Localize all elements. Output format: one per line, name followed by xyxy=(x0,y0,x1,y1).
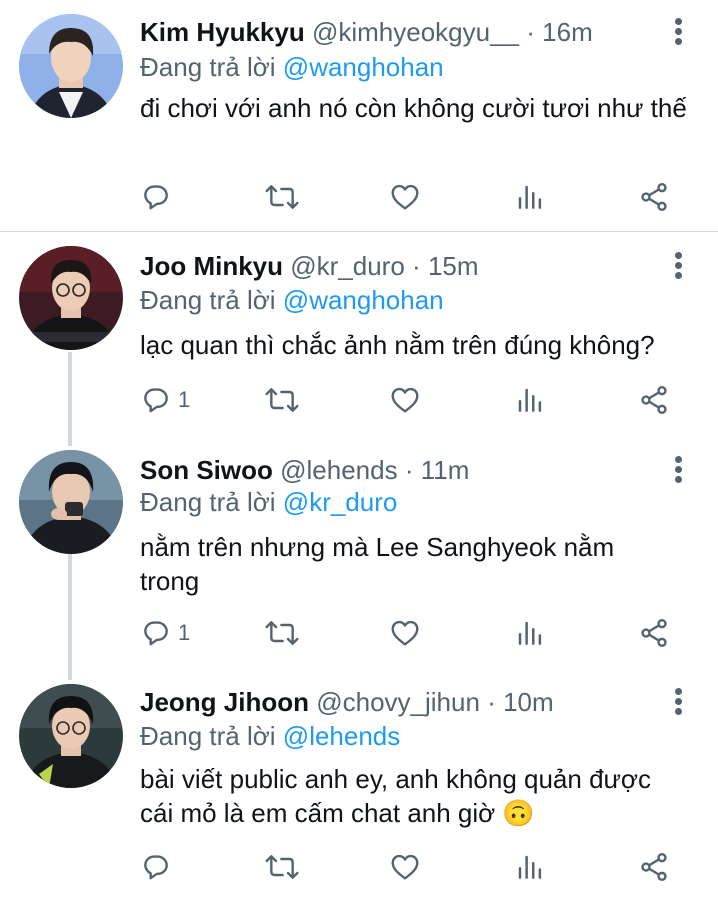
action-bar: 1 xyxy=(0,380,718,420)
mention-link[interactable]: @kr_duro xyxy=(283,487,398,517)
retweet-icon xyxy=(265,388,299,412)
tweet-text: đi chơi với anh nó còn không cười tươi n… xyxy=(140,93,687,123)
timestamp[interactable]: 11m xyxy=(421,455,470,485)
more-icon[interactable] xyxy=(668,455,688,485)
tweet-text: bài viết public anh ey, anh không quản đ… xyxy=(140,764,651,828)
analytics-icon xyxy=(518,185,542,209)
tweet-text: lạc quan thì chắc ảnh nằm trên đúng khôn… xyxy=(140,330,655,360)
retweet-button[interactable] xyxy=(264,380,300,420)
share-icon xyxy=(641,386,667,414)
tweet-header: Jeong Jihoon @chovy_jihun · 10m xyxy=(140,684,554,720)
share-icon xyxy=(641,619,667,647)
retweet-button[interactable] xyxy=(264,177,300,217)
share-icon xyxy=(641,183,667,211)
display-name[interactable]: Joo Minkyu xyxy=(140,251,283,281)
timestamp[interactable]: 10m xyxy=(503,687,554,717)
like-icon xyxy=(391,184,419,210)
username[interactable]: @kimhyeokgyu__ xyxy=(312,17,519,47)
reply-button[interactable] xyxy=(140,177,178,217)
display-name[interactable]: Kim Hyukkyu xyxy=(140,17,305,47)
reply-icon xyxy=(144,621,168,646)
analytics-button[interactable] xyxy=(515,613,545,653)
avatar[interactable] xyxy=(19,246,123,350)
like-button[interactable] xyxy=(389,613,421,653)
tweet-text: nằm trên nhưng mà Lee Sanghyeok nằm tron… xyxy=(140,532,615,596)
analytics-button[interactable] xyxy=(515,380,545,420)
share-button[interactable] xyxy=(638,613,670,653)
action-bar: 1 xyxy=(0,613,718,653)
reply-button[interactable] xyxy=(140,847,178,887)
replying-label: Đang trả lời xyxy=(140,285,276,315)
like-icon xyxy=(391,387,419,413)
avatar[interactable] xyxy=(19,450,123,554)
tweet-header: Kim Hyukkyu @kimhyeokgyu__ · 16m xyxy=(140,14,593,50)
retweet-icon xyxy=(265,621,299,645)
retweet-icon xyxy=(265,185,299,209)
username[interactable]: @chovy_jihun xyxy=(316,687,480,717)
action-bar xyxy=(0,177,718,217)
separator: · xyxy=(404,455,414,485)
replying-label: Đang trả lời xyxy=(140,52,276,82)
tweet[interactable]: Son Siwoo @lehends · 11m Đang trả lời @k… xyxy=(0,450,718,680)
tweet-header: Joo Minkyu @kr_duro · 15m xyxy=(140,248,479,284)
like-button[interactable] xyxy=(389,847,421,887)
avatar[interactable] xyxy=(19,684,123,788)
reply-button[interactable]: 1 xyxy=(140,380,190,420)
retweet-button[interactable] xyxy=(264,847,300,887)
separator: · xyxy=(487,687,496,717)
separator: · xyxy=(412,251,421,281)
like-icon xyxy=(391,620,419,646)
tweet[interactable]: Joo Minkyu @kr_duro · 15m Đang trả lời @… xyxy=(0,246,718,446)
like-icon xyxy=(391,854,419,880)
retweet-icon xyxy=(265,855,299,879)
mention-link[interactable]: @lehends xyxy=(283,721,400,751)
more-icon[interactable] xyxy=(668,251,688,281)
display-name[interactable]: Son Siwoo xyxy=(140,455,273,485)
tweet[interactable]: Jeong Jihoon @chovy_jihun · 10m Đang trả… xyxy=(0,684,718,899)
share-icon xyxy=(641,853,667,881)
like-button[interactable] xyxy=(389,177,421,217)
replying-to: Đang trả lời @wanghohan xyxy=(140,283,444,317)
replying-to: Đang trả lời @kr_duro xyxy=(140,485,397,519)
divider xyxy=(0,231,718,232)
reply-button[interactable]: 1 xyxy=(140,613,190,653)
reply-icon xyxy=(144,185,168,210)
username[interactable]: @kr_duro xyxy=(290,251,405,281)
analytics-button[interactable] xyxy=(515,847,545,887)
share-button[interactable] xyxy=(638,177,670,217)
tweet[interactable]: Kim Hyukkyu @kimhyeokgyu__ · 16m Đang tr… xyxy=(0,0,718,231)
replying-label: Đang trả lời xyxy=(140,721,276,751)
timestamp[interactable]: 15m xyxy=(428,251,479,281)
separator: · xyxy=(526,17,535,47)
reply-icon xyxy=(144,855,168,880)
tweet-header: Son Siwoo @lehends · 11m xyxy=(140,452,469,488)
share-button[interactable] xyxy=(638,847,670,887)
like-button[interactable] xyxy=(389,380,421,420)
analytics-icon xyxy=(518,621,542,645)
analytics-icon xyxy=(518,388,542,412)
timestamp[interactable]: 16m xyxy=(542,17,593,47)
analytics-icon xyxy=(518,855,542,879)
reply-count: 1 xyxy=(178,387,191,412)
share-button[interactable] xyxy=(638,380,670,420)
reply-icon xyxy=(144,388,168,413)
replying-to: Đang trả lời @lehends xyxy=(140,719,400,753)
reply-count: 1 xyxy=(178,620,191,645)
mention-link[interactable]: @wanghohan xyxy=(283,52,444,82)
mention-link[interactable]: @wanghohan xyxy=(283,285,444,315)
more-icon[interactable] xyxy=(668,687,688,717)
display-name[interactable]: Jeong Jihoon xyxy=(140,687,309,717)
username[interactable]: @lehends xyxy=(280,455,397,485)
retweet-button[interactable] xyxy=(264,613,300,653)
more-icon[interactable] xyxy=(668,17,688,47)
action-bar xyxy=(0,847,718,887)
replying-label: Đang trả lời xyxy=(140,487,276,517)
avatar[interactable] xyxy=(19,14,123,118)
analytics-button[interactable] xyxy=(515,177,545,217)
replying-to: Đang trả lời @wanghohan xyxy=(140,50,444,84)
